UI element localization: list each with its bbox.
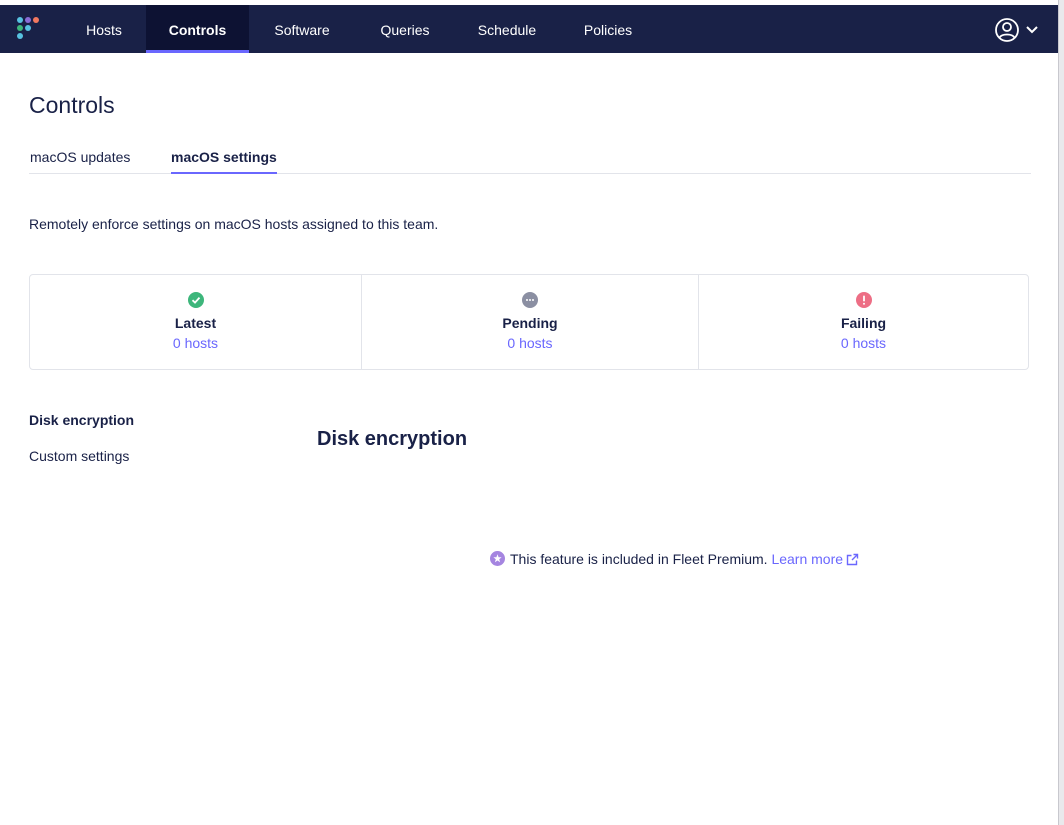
- nav-item-label: Controls: [168, 22, 227, 38]
- nav-item-hosts[interactable]: Hosts: [62, 5, 146, 53]
- status-card-failing: Failing 0 hosts: [699, 275, 1028, 369]
- nav-item-label: Schedule: [477, 22, 537, 38]
- fleet-logo-icon[interactable]: [17, 17, 43, 43]
- status-host-count-link[interactable]: 0 hosts: [362, 335, 698, 351]
- nav-item-schedule[interactable]: Schedule: [463, 5, 551, 53]
- nav-item-label: Queries: [380, 22, 430, 38]
- status-label: Failing: [840, 315, 887, 331]
- external-link-icon: [846, 553, 859, 566]
- tab-bar: macOS updates macOS settings: [29, 146, 1031, 174]
- premium-message: This feature is included in Fleet Premiu…: [510, 551, 768, 567]
- user-menu-button[interactable]: [994, 17, 1040, 43]
- nav-item-queries[interactable]: Queries: [364, 5, 446, 53]
- learn-more-link[interactable]: Learn more: [771, 551, 859, 567]
- nav-item-label: Software: [274, 22, 330, 38]
- status-label: Pending: [502, 315, 558, 331]
- premium-feature-notice: This feature is included in Fleet Premiu…: [490, 551, 859, 567]
- nav-item-software[interactable]: Software: [256, 5, 348, 53]
- nav-item-label: Hosts: [86, 22, 122, 38]
- side-nav-disk-encryption[interactable]: Disk encryption: [29, 412, 134, 428]
- side-nav-custom-settings[interactable]: Custom settings: [29, 448, 129, 464]
- status-card-pending: Pending 0 hosts: [362, 275, 698, 369]
- top-navigation-bar: Hosts Controls Software Queries Schedule…: [0, 5, 1058, 53]
- tab-macos-updates[interactable]: macOS updates: [30, 149, 130, 174]
- nav-item-policies[interactable]: Policies: [570, 5, 646, 53]
- learn-more-label: Learn more: [771, 551, 844, 567]
- page-description: Remotely enforce settings on macOS hosts…: [29, 216, 439, 232]
- section-title: Disk encryption: [317, 428, 468, 450]
- status-host-count-link[interactable]: 0 hosts: [699, 335, 1028, 351]
- status-card-latest: Latest 0 hosts: [30, 275, 361, 369]
- status-host-count-link[interactable]: 0 hosts: [30, 335, 361, 351]
- tab-macos-settings[interactable]: macOS settings: [171, 149, 277, 174]
- chevron-down-icon: [1026, 26, 1038, 34]
- status-summary: Latest 0 hosts Pending 0 hosts Failing 0…: [29, 274, 1029, 370]
- nav-item-controls[interactable]: Controls: [146, 5, 249, 53]
- check-circle-icon: [187, 292, 204, 308]
- error-icon: [855, 292, 872, 308]
- nav-item-label: Policies: [583, 22, 633, 38]
- page-title: Controls: [29, 92, 115, 118]
- window-scrollbar-edge: [1058, 0, 1064, 825]
- status-label: Latest: [174, 315, 217, 331]
- user-circle-icon: [995, 18, 1019, 42]
- premium-star-icon: [490, 551, 505, 566]
- pending-icon: [522, 292, 538, 308]
